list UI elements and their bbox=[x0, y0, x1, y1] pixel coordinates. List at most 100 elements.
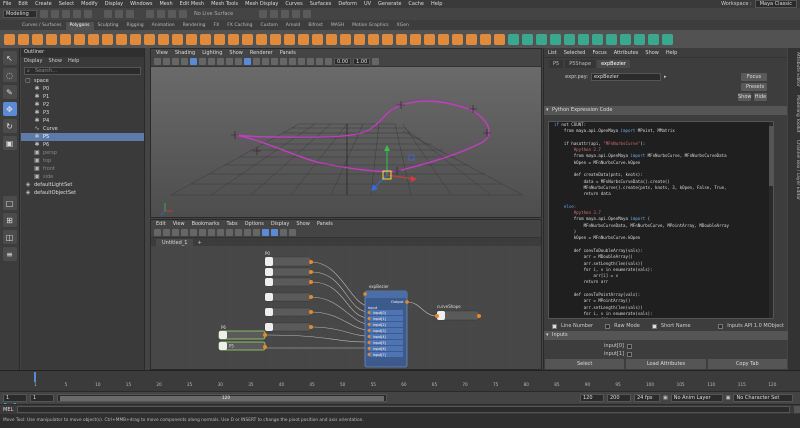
xray-joints-icon[interactable] bbox=[325, 58, 332, 65]
side-tab-channel-box-layer-editor[interactable]: Channel Box / Layer Editor bbox=[788, 136, 800, 204]
viewport-menu-shading[interactable]: Shading bbox=[175, 50, 195, 56]
shelf-tab-bifrost[interactable]: Bifrost bbox=[304, 22, 327, 30]
viewport-menu-panels[interactable]: Panels bbox=[280, 50, 296, 56]
textured-icon[interactable] bbox=[262, 58, 269, 65]
shelf-tool-icon[interactable] bbox=[634, 33, 645, 45]
current-time-marker[interactable] bbox=[34, 372, 36, 382]
simple-mode-icon[interactable] bbox=[226, 229, 233, 236]
short-name-checkbox[interactable] bbox=[651, 323, 657, 329]
open-scene-icon[interactable] bbox=[51, 10, 59, 18]
camera-attr-icon[interactable] bbox=[163, 58, 170, 65]
node-editor-menu-edit[interactable]: Edit bbox=[156, 221, 166, 227]
code-scrollbar[interactable] bbox=[769, 122, 773, 318]
end-time-field[interactable]: 200 bbox=[607, 393, 631, 402]
full-mode-icon[interactable] bbox=[244, 229, 251, 236]
four-view-icon[interactable]: ⊞ bbox=[2, 213, 17, 227]
redo-icon[interactable] bbox=[84, 10, 92, 18]
gate-mask-icon[interactable] bbox=[217, 58, 224, 65]
ae-menu-help[interactable]: Help bbox=[666, 50, 677, 56]
show-button[interactable]: Show bbox=[738, 93, 752, 101]
outliner-item-defaultlightset[interactable]: ◈ defaultLightSet bbox=[21, 181, 144, 189]
presets-button[interactable]: Presets bbox=[741, 83, 767, 91]
focus-button[interactable]: Focus bbox=[741, 73, 767, 81]
shelf-tool-icon[interactable] bbox=[74, 33, 85, 45]
grid-icon[interactable] bbox=[190, 58, 197, 65]
single-view-icon[interactable]: □ bbox=[2, 196, 17, 210]
camera-select-icon[interactable] bbox=[154, 58, 161, 65]
menu-display[interactable]: Display bbox=[105, 1, 123, 7]
playback-start-field[interactable]: 1 bbox=[30, 393, 54, 402]
menu-create[interactable]: Create bbox=[35, 1, 52, 7]
bookmark-icon[interactable] bbox=[172, 58, 179, 65]
shelf-tool-icon[interactable] bbox=[536, 33, 547, 45]
menu-cache[interactable]: Cache bbox=[408, 1, 424, 7]
menu-curves[interactable]: Curves bbox=[285, 1, 302, 7]
shelf-tool-icon[interactable] bbox=[382, 33, 393, 45]
ae-menu-focus[interactable]: Focus bbox=[592, 50, 606, 56]
side-tab-modelling-toolkit[interactable]: Modelling Toolkit bbox=[788, 91, 800, 137]
expbezier-input-port[interactable] bbox=[367, 311, 371, 314]
menu-select[interactable]: Select bbox=[59, 1, 74, 7]
render-icon[interactable] bbox=[259, 10, 268, 18]
menu-mesh[interactable]: Mesh bbox=[159, 1, 172, 7]
shelf-tool-icon[interactable] bbox=[32, 33, 43, 45]
viewport-menu-lighting[interactable]: Lighting bbox=[202, 50, 222, 56]
snap-surface-icon[interactable] bbox=[179, 10, 187, 18]
ae-menu-show[interactable]: Show bbox=[645, 50, 659, 56]
expbezier-input-port[interactable] bbox=[367, 329, 371, 332]
expbezier-input-port[interactable] bbox=[367, 353, 371, 356]
command-language-toggle[interactable]: MEL bbox=[3, 407, 13, 413]
inputs-api-checkbox[interactable] bbox=[718, 323, 724, 329]
shelf-tab-rigging[interactable]: Rigging bbox=[123, 22, 148, 30]
exposure-field[interactable]: 0.00 bbox=[334, 58, 352, 65]
shelf-tool-icon[interactable] bbox=[88, 33, 99, 45]
wireframe-icon[interactable] bbox=[244, 58, 251, 65]
shelf-tool-icon[interactable] bbox=[508, 33, 519, 45]
ipr-render-icon[interactable] bbox=[270, 10, 279, 18]
playback-end-field[interactable]: 120 bbox=[580, 393, 604, 402]
shelf-tool-icon[interactable] bbox=[480, 33, 491, 45]
outliner-item-persp[interactable]: ▣ persp bbox=[21, 149, 144, 157]
input0-connection[interactable] bbox=[627, 343, 632, 349]
outliner-menu-help[interactable]: Help bbox=[68, 58, 79, 64]
shelf-tool-icon[interactable] bbox=[340, 33, 351, 45]
select-component-icon[interactable] bbox=[126, 10, 134, 18]
shelf-tool-icon[interactable] bbox=[116, 33, 127, 45]
scale-tool-icon[interactable]: ▣ bbox=[2, 136, 17, 150]
outliner-item-top[interactable]: ▣ top bbox=[21, 157, 144, 165]
load-attributes-button[interactable]: Load Attributes bbox=[626, 359, 706, 369]
grid-toggle-icon[interactable] bbox=[262, 229, 269, 236]
node-editor-menu-panels[interactable]: Panels bbox=[317, 221, 333, 227]
graph-input-icon[interactable] bbox=[154, 229, 161, 236]
fps-dropdown[interactable]: 24 fps bbox=[634, 393, 660, 402]
select-button[interactable]: Select bbox=[545, 359, 625, 369]
shelf-tool-icon[interactable] bbox=[130, 33, 141, 45]
shelf-tool-icon[interactable] bbox=[4, 33, 15, 45]
resolution-gate-icon[interactable] bbox=[208, 58, 215, 65]
menu-set-dropdown[interactable]: Modeling bbox=[3, 10, 37, 18]
render-view-icon[interactable] bbox=[303, 10, 312, 18]
gamma-field[interactable]: 1.00 bbox=[353, 58, 371, 65]
outliner-item-p6[interactable]: ✱ P6 bbox=[21, 141, 144, 149]
outliner-item-front[interactable]: ▣ front bbox=[21, 165, 144, 173]
shelf-tool-icon[interactable] bbox=[228, 33, 239, 45]
shelf-tool-icon[interactable] bbox=[592, 33, 603, 45]
copy-tab-button[interactable]: Copy Tab bbox=[707, 359, 787, 369]
shelf-tab-fx-caching[interactable]: FX Caching bbox=[223, 22, 256, 30]
outliner-item-defaultobjectset[interactable]: ◈ defaultObjectSet bbox=[21, 189, 144, 197]
python-expression-section[interactable]: Python Expression Code bbox=[544, 106, 787, 115]
menu-mesh-display[interactable]: Mesh Display bbox=[245, 1, 278, 7]
move-tool-icon[interactable]: ✥ bbox=[2, 102, 17, 116]
bookmark-graph-icon[interactable] bbox=[280, 229, 287, 236]
shelf-tool-icon[interactable] bbox=[396, 33, 407, 45]
side-tab-attribute-editor[interactable]: Attribute Editor bbox=[788, 48, 800, 91]
shelf-tab-animation[interactable]: Animation bbox=[148, 22, 179, 30]
viewport-panel[interactable]: View Shading Lighting Show Renderer Panels 0.… bbox=[150, 48, 542, 218]
shelf-tab-polygons[interactable]: Polygons bbox=[65, 22, 94, 30]
select-hierarchy-icon[interactable] bbox=[104, 10, 112, 18]
shelf-tool-icon[interactable] bbox=[424, 33, 435, 45]
node-editor-menu-bookmarks[interactable]: Bookmarks bbox=[192, 221, 220, 227]
command-input[interactable] bbox=[17, 406, 790, 413]
aa-icon[interactable] bbox=[298, 58, 305, 65]
film-gate-icon[interactable] bbox=[199, 58, 206, 65]
